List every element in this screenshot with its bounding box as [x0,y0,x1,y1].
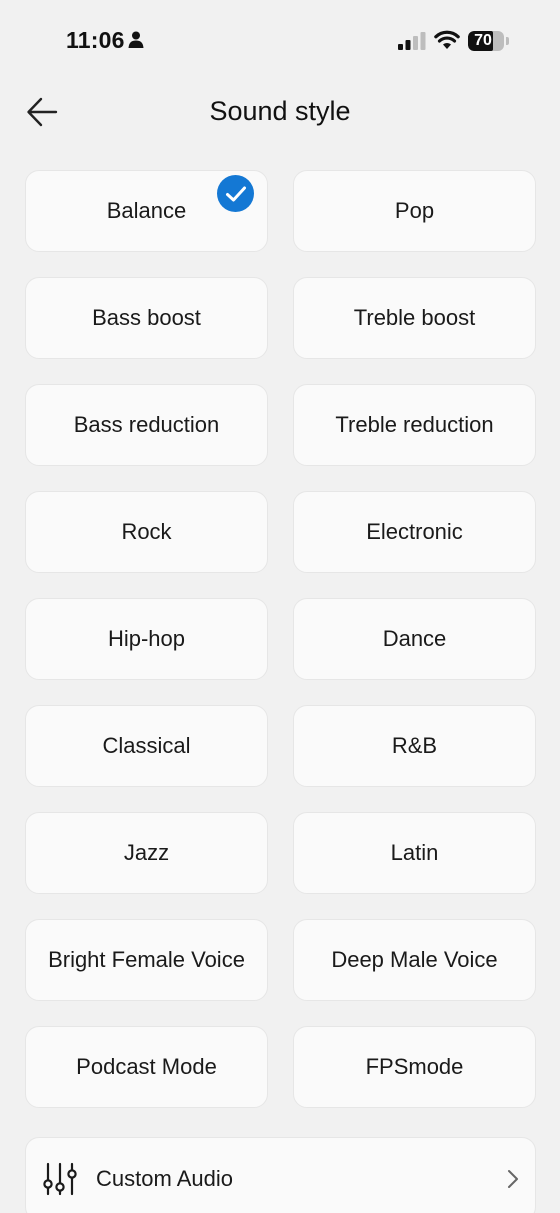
sound-style-option[interactable]: FPSmode [293,1026,536,1108]
battery-icon: 70 [468,31,504,51]
sound-style-option[interactable]: Treble reduction [293,384,536,466]
sound-style-label: Treble boost [353,305,476,330]
sound-style-label: Podcast Mode [76,1054,217,1079]
sound-style-option[interactable]: Rock [25,491,268,573]
sound-style-option[interactable]: Classical [25,705,268,787]
header: Sound style [0,84,560,140]
sound-style-label: Balance [106,198,187,223]
sound-style-option[interactable]: R&B [293,705,536,787]
sound-style-label: FPSmode [365,1054,464,1079]
sound-style-label: Deep Male Voice [331,947,498,972]
cellular-signal-icon [398,32,426,50]
sound-style-label: Electronic [366,519,463,544]
sound-style-label: Jazz [123,840,170,865]
sound-style-option[interactable]: Dance [293,598,536,680]
sound-style-option[interactable]: Treble boost [293,277,536,359]
chevron-right-icon [508,1170,518,1188]
sound-style-label: Bass boost [92,305,201,330]
sound-style-label: Treble reduction [335,412,494,437]
sound-style-option[interactable]: Bright Female Voice [25,919,268,1001]
person-icon [128,31,144,48]
sound-style-label: R&B [391,733,438,758]
sound-style-label: Latin [390,840,439,865]
wifi-icon [434,30,460,49]
page-title: Sound style [209,96,351,126]
sound-style-option[interactable]: Podcast Mode [25,1026,268,1108]
sound-style-label: Hip-hop [107,626,186,651]
status-time: 11:06 [66,27,125,53]
equalizer-icon [43,1162,77,1196]
sound-style-option[interactable]: Pop [293,170,536,252]
sound-style-label: Bright Female Voice [48,947,245,972]
sound-style-label: Bass reduction [73,412,220,437]
sound-style-option[interactable]: Deep Male Voice [293,919,536,1001]
custom-audio-row[interactable]: Custom Audio [25,1137,536,1213]
sound-style-option[interactable]: Jazz [25,812,268,894]
battery-level: 70 [474,32,492,49]
sound-style-label: Pop [394,198,435,223]
status-bar: 11:06 70 [0,0,560,84]
sound-style-label: Rock [121,519,172,544]
sound-style-option[interactable]: Latin [293,812,536,894]
sound-style-option[interactable]: Balance [25,170,268,252]
sound-style-grid: Balance Pop Bass boost Treble boost Bass red… [25,170,536,1108]
sound-style-option[interactable]: Bass reduction [25,384,268,466]
custom-audio-label: Custom Audio [96,1166,233,1191]
battery-tip [506,37,509,45]
sound-style-label: Classical [102,733,191,758]
sound-style-option[interactable]: Hip-hop [25,598,268,680]
sound-style-label: Dance [382,626,447,651]
sound-style-option[interactable]: Bass boost [25,277,268,359]
selected-check-icon [217,175,254,212]
sound-style-option[interactable]: Electronic [293,491,536,573]
sound-style-screen: 11:06 70 Sound style Balance Pop Bass bo… [0,0,560,1213]
